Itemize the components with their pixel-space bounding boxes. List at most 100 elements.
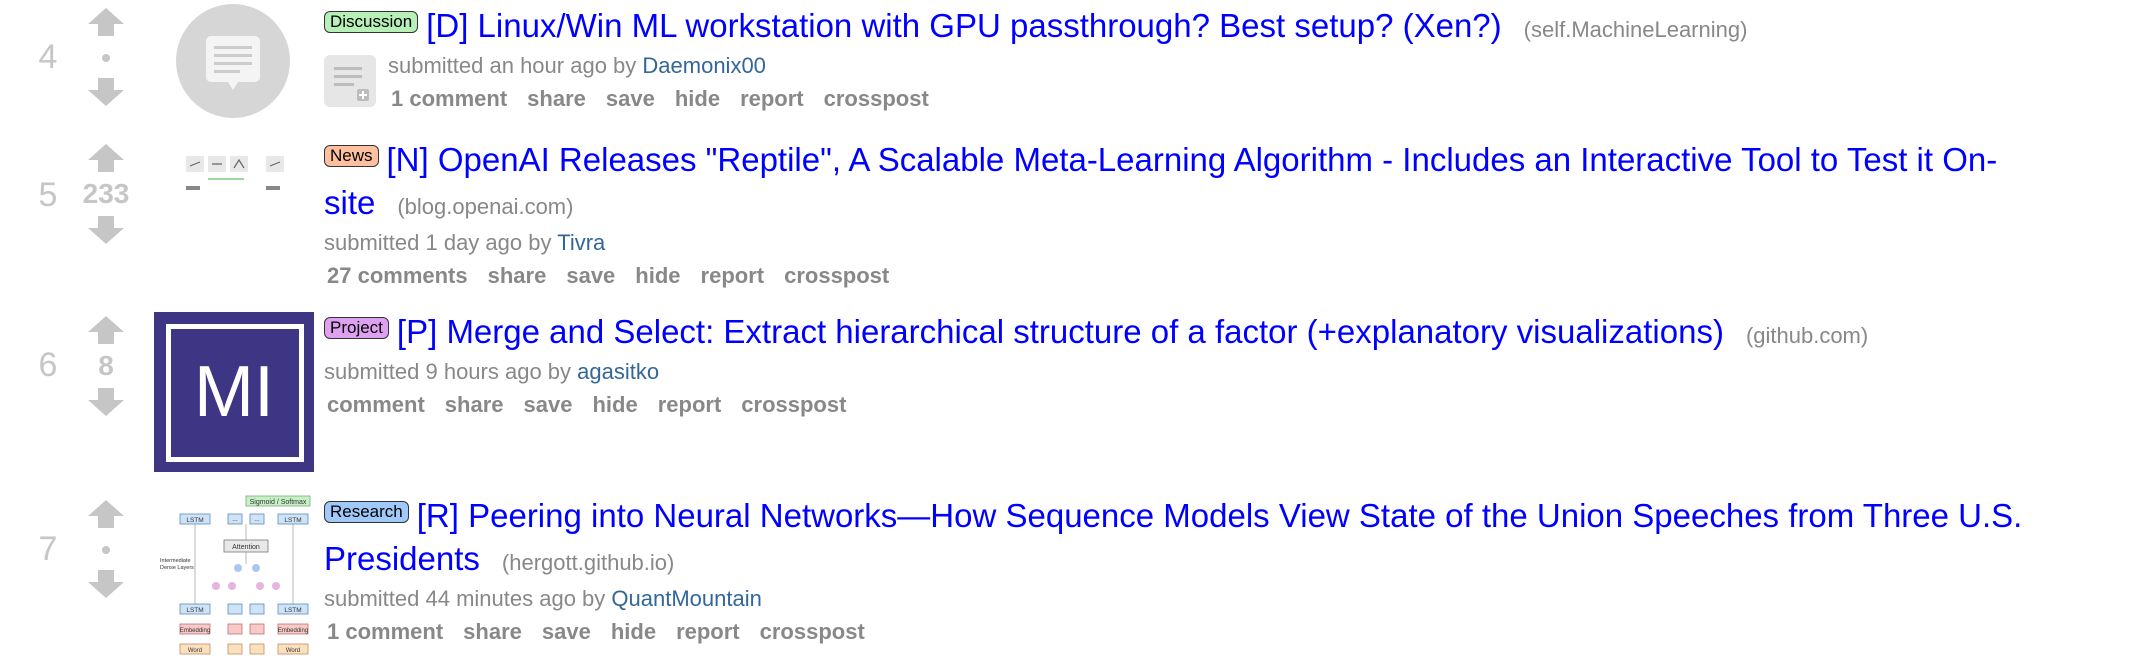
hide-button[interactable]: hide: [675, 86, 720, 111]
post-domain[interactable]: (self.MachineLearning): [1524, 17, 1748, 42]
post-score: 233: [82, 178, 130, 209]
post-actions: 1 comment share save hide report crosspost: [324, 614, 2118, 650]
diagram-dense-2: Dense Layers: [160, 565, 194, 571]
post-title-link[interactable]: [P] Merge and Select: Extract hierarchic…: [397, 313, 1724, 350]
post-actions: 1 comment share save hide report crosspost: [388, 81, 2118, 117]
diagram-ellipsis-1: ...: [232, 516, 238, 523]
thumbnail-logo-text: MI: [194, 352, 274, 432]
comments-link[interactable]: 27 comments: [327, 263, 468, 288]
vote-column: 233: [78, 142, 134, 252]
comments-link[interactable]: comment: [327, 392, 425, 417]
hide-button[interactable]: hide: [592, 392, 637, 417]
diagram-lstm-3: LSTM: [186, 607, 203, 614]
author-link[interactable]: Daemonix00: [642, 53, 766, 78]
post-title-line: Discussion [D] Linux/Win ML workstation w…: [324, 4, 2118, 51]
author-link[interactable]: agasitko: [577, 359, 659, 384]
diagram-ellipsis-2: ...: [254, 516, 260, 523]
downvote-arrow-icon[interactable]: [78, 76, 134, 112]
diagram-embedding-1: Embedding: [180, 628, 210, 634]
save-button[interactable]: save: [524, 392, 573, 417]
flair-badge: News: [324, 145, 379, 167]
post-tagline: submitted 44 minutes ago by QuantMountai…: [324, 584, 2118, 614]
diagram-word-2: Word: [286, 648, 300, 654]
post-domain[interactable]: (hergott.github.io): [502, 550, 674, 575]
flair-badge: Research: [324, 501, 409, 523]
post-tagline: submitted 1 day ago by Tivra: [324, 228, 2118, 258]
crosspost-button[interactable]: crosspost: [741, 392, 846, 417]
save-button[interactable]: save: [542, 619, 591, 644]
post-tagline: submitted an hour ago by Daemonix00: [388, 51, 2118, 81]
upvote-arrow-icon[interactable]: [78, 498, 134, 534]
score-dot: [102, 546, 110, 554]
post-content: Research [R] Peering into Neural Networks…: [324, 494, 2118, 650]
post-title-line: Research [R] Peering into Neural Networks…: [324, 494, 2118, 584]
report-button[interactable]: report: [658, 392, 722, 417]
crosspost-button[interactable]: crosspost: [784, 263, 889, 288]
post-row: 4 Discussion [D] Linux/Win ML workstation…: [0, 0, 2138, 130]
comments-link[interactable]: 1 comment: [391, 86, 507, 111]
author-link[interactable]: Tivra: [557, 230, 605, 255]
downvote-arrow-icon[interactable]: [78, 386, 134, 422]
post-content: Discussion [D] Linux/Win ML workstation w…: [324, 4, 2118, 117]
diagram-lstm-4: LSTM: [284, 607, 301, 614]
share-button[interactable]: share: [488, 263, 547, 288]
post-score: 8: [98, 350, 114, 381]
post-actions: 27 comments share save hide report crosspost: [324, 258, 2118, 294]
post-tagline: submitted 9 hours ago by agasitko: [324, 357, 2118, 387]
post-row: 6 8 MI Project [P] Merge and Select: Extr…: [0, 310, 2138, 476]
report-button[interactable]: report: [740, 86, 804, 111]
post-title-line: News [N] OpenAI Releases "Reptile", A Sca…: [324, 138, 2118, 228]
post-title-link[interactable]: [D] Linux/Win ML workstation with GPU pa…: [426, 7, 1501, 44]
save-button[interactable]: save: [606, 86, 655, 111]
tagline-text: submitted 44 minutes ago by: [324, 586, 606, 611]
flair-badge: Discussion: [324, 11, 419, 33]
tagline-text: submitted 1 day ago by: [324, 230, 552, 255]
share-button[interactable]: share: [527, 86, 586, 111]
post-thumbnail[interactable]: MI: [154, 312, 314, 472]
tagline-text: submitted an hour ago by: [388, 53, 637, 78]
diagram-word-1: Word: [188, 648, 202, 654]
text-post-icon: [206, 36, 260, 90]
diagram-label-top: Sigmoid / Softmax: [250, 499, 307, 506]
architecture-diagram: Sigmoid / Softmax LSTM ... ... LSTM Atte…: [160, 495, 311, 655]
post-thumbnail[interactable]: Sigmoid / Softmax LSTM ... ... LSTM Atte…: [156, 494, 316, 660]
crosspost-button[interactable]: crosspost: [824, 86, 929, 111]
crosspost-button[interactable]: crosspost: [760, 619, 865, 644]
upvote-arrow-icon[interactable]: [78, 6, 134, 42]
report-button[interactable]: report: [676, 619, 740, 644]
diagram-embedding-2: Embedding: [278, 628, 308, 634]
save-button[interactable]: save: [566, 263, 615, 288]
post-thumbnail[interactable]: [180, 142, 290, 202]
upvote-arrow-icon[interactable]: [78, 142, 134, 178]
comments-link[interactable]: 1 comment: [327, 619, 443, 644]
post-title-link[interactable]: [N] OpenAI Releases "Reptile", A Scalabl…: [324, 141, 1997, 221]
post-row: 5 233 News [N] OpenAI Releases "Reptile",…: [0, 138, 2138, 298]
post-actions: comment share save hide report crosspost: [324, 387, 2118, 423]
flair-badge: Project: [324, 317, 389, 339]
expand-text-icon[interactable]: [324, 55, 376, 107]
self-post-thumbnail[interactable]: [176, 4, 290, 118]
vote-column: [78, 6, 134, 116]
score-dot: [102, 54, 110, 62]
post-content: News [N] OpenAI Releases "Reptile", A Sca…: [324, 138, 2118, 294]
post-row: 7 Sigmoid / Softmax LSTM ... ... LSTM At…: [0, 494, 2138, 669]
downvote-arrow-icon[interactable]: [78, 568, 134, 604]
diagram-lstm-2: LSTM: [284, 517, 301, 524]
diagram-attention: Attention: [232, 544, 260, 551]
post-domain[interactable]: (github.com): [1746, 323, 1868, 348]
hide-button[interactable]: hide: [635, 263, 680, 288]
post-title-line: Project [P] Merge and Select: Extract hie…: [324, 310, 2118, 357]
post-content: Project [P] Merge and Select: Extract hie…: [324, 310, 2118, 423]
diagram-dense-1: Intermediate: [160, 558, 191, 564]
vote-column: 8: [78, 314, 134, 424]
hide-button[interactable]: hide: [611, 619, 656, 644]
author-link[interactable]: QuantMountain: [611, 586, 761, 611]
upvote-arrow-icon[interactable]: [78, 314, 134, 350]
share-button[interactable]: share: [445, 392, 504, 417]
tagline-text: submitted 9 hours ago by: [324, 359, 572, 384]
post-domain[interactable]: (blog.openai.com): [397, 194, 573, 219]
downvote-arrow-icon[interactable]: [78, 214, 134, 250]
diagram-lstm-1: LSTM: [186, 517, 203, 524]
report-button[interactable]: report: [701, 263, 765, 288]
share-button[interactable]: share: [463, 619, 522, 644]
